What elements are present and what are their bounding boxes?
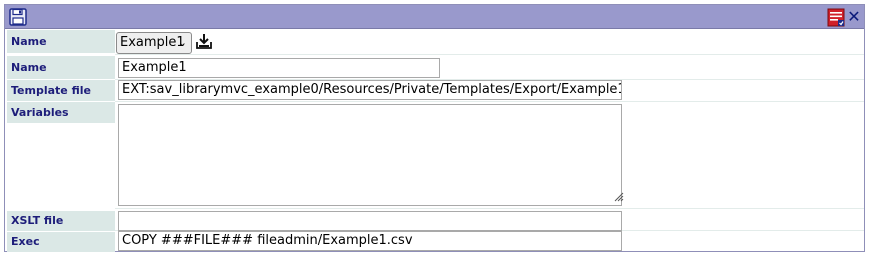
export-list-icon[interactable] (827, 8, 845, 27)
template-file-input[interactable]: EXT:sav_librarymvc_example0/Resources/Pr… (118, 80, 622, 100)
name-cell: Example1 (115, 56, 864, 80)
exec-label: Exec (7, 232, 115, 252)
exec-row: Exec COPY ###FILE### fileadmin/Example1.… (5, 231, 864, 253)
variables-row: Variables (5, 102, 864, 209)
name-row: Name Example1 (5, 56, 864, 80)
template-file-label: Template file (7, 80, 115, 101)
xslt-file-row: XSLT file (5, 209, 864, 231)
exec-cell: COPY ###FILE### fileadmin/Example1.csv (115, 231, 864, 253)
config-cell: Example1 ⌄ (115, 30, 864, 55)
exec-input[interactable]: COPY ###FILE### fileadmin/Example1.csv (118, 231, 622, 251)
template-file-row: Template file EXT:sav_librarymvc_example… (5, 80, 864, 102)
variables-cell (115, 102, 864, 209)
export-panel: ✕ Name Example1 ⌄ Name Example1 Template… (4, 4, 865, 252)
config-label: Name (7, 30, 115, 53)
configuration-select[interactable]: Example1 ⌄ (116, 32, 192, 54)
toolbar: ✕ (5, 5, 864, 29)
xslt-file-input[interactable] (118, 211, 622, 231)
save-icon[interactable] (9, 8, 27, 26)
variables-label: Variables (7, 102, 115, 123)
download-icon[interactable] (195, 33, 213, 50)
name-label: Name (7, 56, 115, 79)
config-row: Name Example1 ⌄ (5, 30, 864, 55)
xslt-file-cell (115, 209, 864, 231)
resize-grip-icon[interactable] (613, 191, 624, 202)
close-icon[interactable]: ✕ (847, 9, 861, 25)
configuration-select-value: Example1 (120, 35, 185, 50)
name-input[interactable]: Example1 (118, 58, 440, 78)
variables-textarea[interactable] (118, 104, 622, 206)
xslt-file-label: XSLT file (7, 211, 115, 231)
template-file-cell[interactable]: EXT:sav_librarymvc_example0/Resources/Pr… (115, 80, 864, 102)
chevron-down-icon: ⌄ (177, 36, 187, 49)
